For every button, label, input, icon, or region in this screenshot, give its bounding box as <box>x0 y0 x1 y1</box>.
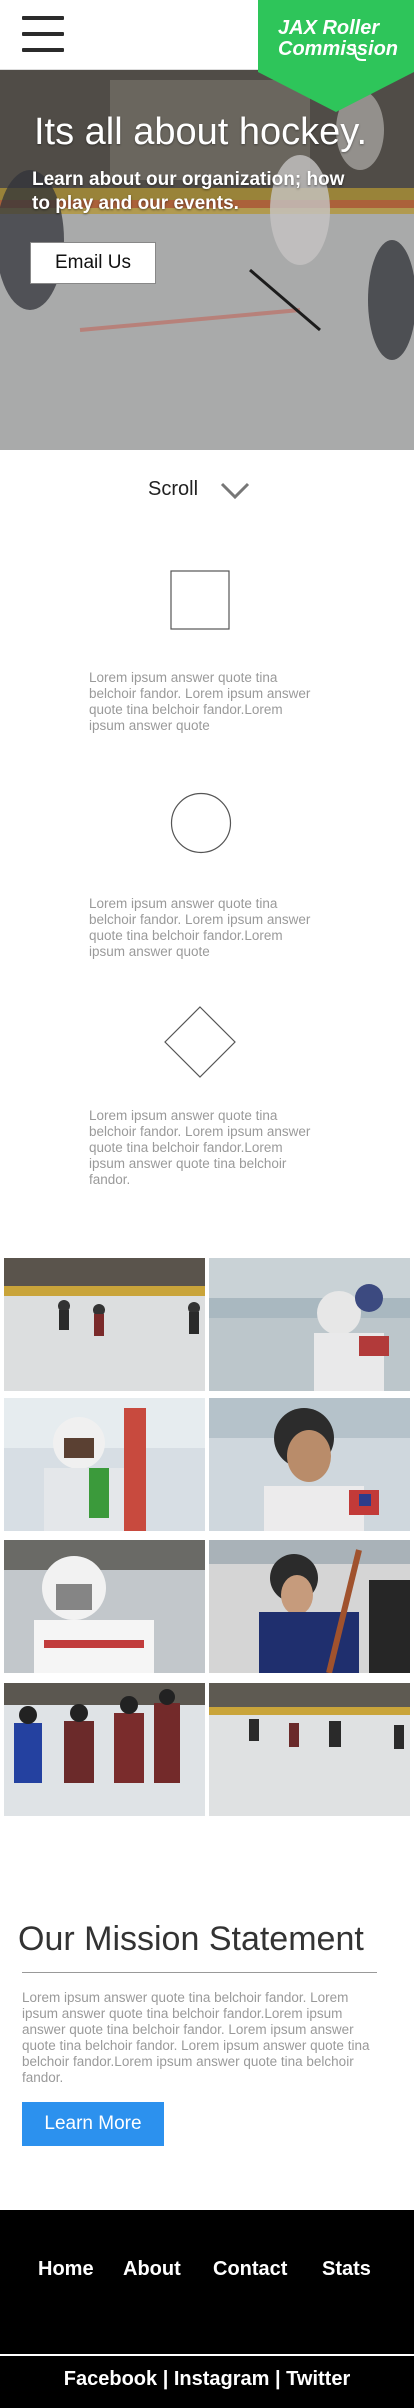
rink-game-photo[interactable] <box>4 1258 205 1391</box>
diamond-icon <box>164 1006 236 1078</box>
feature-text: Lorem ipsum answer quote tina belchoir f… <box>89 1108 311 1187</box>
hero-subtitle: Learn about our organization; how to pla… <box>32 169 345 214</box>
feature-text: Lorem ipsum answer quote tina belchoir f… <box>89 896 311 959</box>
separator: | <box>275 2368 287 2390</box>
footer-divider <box>0 2354 414 2356</box>
circle-icon <box>170 792 232 854</box>
square-icon <box>170 570 230 630</box>
scroll-label: Scroll <box>148 478 199 500</box>
menu-line <box>22 32 64 36</box>
hero-banner: Its all about hockey. Learn about our or… <box>0 70 414 450</box>
photo-gallery <box>0 1258 414 1820</box>
hamburger-menu-icon[interactable] <box>22 14 64 54</box>
learn-more-button[interactable]: Learn More <box>22 2102 164 2146</box>
rink-wide-photo[interactable] <box>209 1683 410 1816</box>
footer-link-about[interactable]: About <box>123 2258 181 2281</box>
twitter-link[interactable]: Twitter <box>286 2368 350 2390</box>
feature-item: Lorem ipsum answer quote tina belchoir f… <box>0 792 414 962</box>
masked-goalie-photo[interactable] <box>4 1540 205 1673</box>
footer: Home About Contact Stats Facebook | Inst… <box>0 2210 414 2408</box>
feature-text: Lorem ipsum answer quote tina belchoir f… <box>89 670 311 733</box>
footer-link-home[interactable]: Home <box>38 2258 94 2281</box>
mission-divider <box>22 1972 377 1973</box>
feature-item: Lorem ipsum answer quote tina belchoir f… <box>0 1006 414 1196</box>
brand-text: JAX Roller Commission <box>278 17 399 60</box>
footer-link-stats[interactable]: Stats <box>322 2258 371 2281</box>
chevron-down-icon <box>220 482 250 500</box>
goalie-photo[interactable] <box>4 1398 205 1531</box>
instagram-link[interactable]: Instagram <box>174 2368 270 2390</box>
seated-player-photo[interactable] <box>209 1540 410 1673</box>
menu-line <box>22 48 64 52</box>
scroll-indicator[interactable]: Scroll <box>0 476 414 506</box>
hero-title: Its all about hockey. <box>34 111 368 153</box>
player-bench-photo[interactable] <box>209 1258 410 1391</box>
footer-nav: Home About Contact Stats <box>0 2258 414 2288</box>
brand-logo[interactable]: JAX Roller Commission <box>258 0 414 112</box>
separator: | <box>162 2368 174 2390</box>
team-faceoff-photo[interactable] <box>4 1683 205 1816</box>
mission-title: Our Mission Statement <box>18 1920 364 1958</box>
feature-item: Lorem ipsum answer quote tina belchoir f… <box>0 570 414 740</box>
menu-line <box>22 16 64 20</box>
smiling-player-photo[interactable] <box>209 1398 410 1531</box>
footer-social-links: Facebook | Instagram | Twitter <box>0 2368 414 2391</box>
mission-text: Lorem ipsum answer quote tina belchoir f… <box>22 1990 370 2085</box>
footer-link-contact[interactable]: Contact <box>213 2258 287 2281</box>
email-us-button[interactable]: Email Us <box>30 242 156 284</box>
facebook-link[interactable]: Facebook <box>64 2368 157 2390</box>
